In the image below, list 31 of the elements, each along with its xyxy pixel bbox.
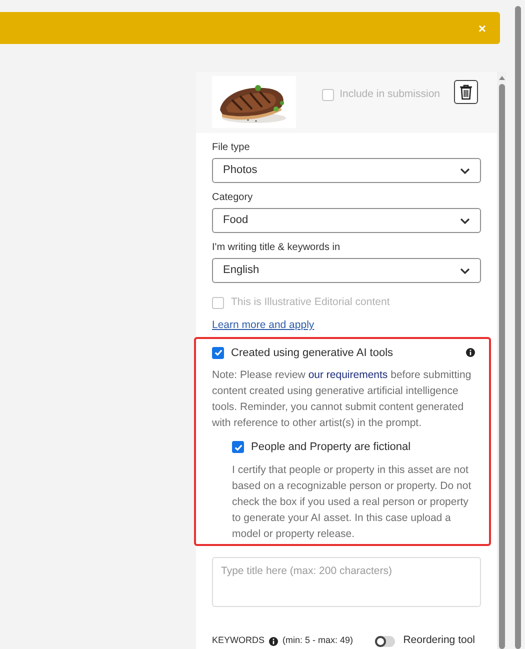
chevron-down-icon [460, 268, 470, 274]
fictional-description: I certify that people or property in this asset are not based on a recognizable person or property. Do not check the box if you used a real person or property to generate your AI asset. In this case upload a model or property release. [232, 462, 472, 542]
keywords-range: (min: 5 - max: 49) [282, 634, 354, 648]
include-label: Include in submission [340, 87, 440, 102]
learn-more-link[interactable]: Learn more and apply [212, 318, 314, 334]
scrollbar-thumb[interactable] [498, 84, 504, 649]
fictional-checkbox[interactable] [232, 441, 244, 454]
requirements-link[interactable]: our requirements [308, 369, 388, 382]
page-scrollbar[interactable] [515, 6, 521, 649]
delete-button[interactable] [454, 80, 478, 104]
trash-icon [459, 84, 473, 100]
title-field[interactable]: Type title here (max: 200 characters) [212, 557, 481, 608]
ai-note: Note: Please review our requirements before submitting content created using generative artificial intelligence tools. Reminder, you cannot submit content generated with reference to other artist(s) in the prompt. [212, 368, 472, 432]
editorial-label: This is Illustrative Editorial content [231, 295, 390, 310]
info-icon [268, 636, 278, 646]
select-field[interactable]: Photos [212, 158, 481, 184]
select-field[interactable]: Food [212, 208, 481, 234]
keywords-label: KEYWORDS [212, 634, 265, 648]
ai-label: Created using generative AI tools [231, 346, 394, 361]
select-field[interactable]: English [212, 258, 481, 284]
chevron-down-icon [460, 218, 470, 224]
field-label: I'm writing title & keywords in [212, 241, 342, 256]
reordering-label: Reordering tool [403, 633, 475, 648]
field-label: Category [212, 191, 254, 206]
reordering-toggle[interactable] [375, 636, 396, 647]
field-label: File type [212, 141, 251, 156]
info-icon [466, 348, 475, 358]
chevron-down-icon [460, 168, 470, 174]
ai-checkbox[interactable] [212, 346, 224, 359]
fictional-label: People and Property are fictional [251, 440, 411, 456]
scroll-up-icon [498, 76, 504, 80]
